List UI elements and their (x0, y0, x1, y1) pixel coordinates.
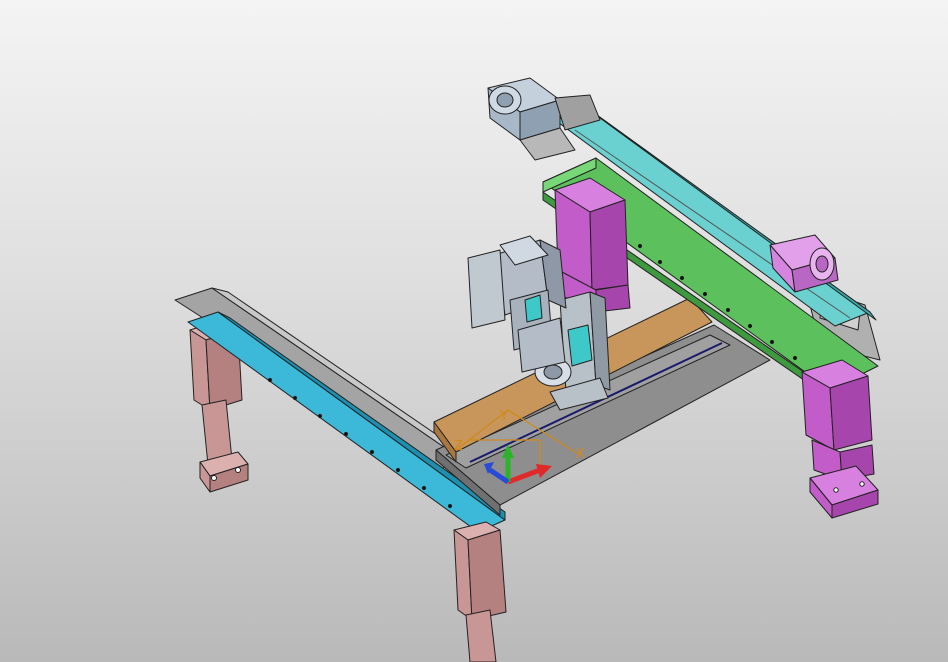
servo-motor-top[interactable] (487, 77, 601, 161)
triad-y-label: Y (499, 409, 508, 424)
triad-x-label: X (576, 447, 585, 462)
left-support-leg-rear[interactable] (453, 521, 507, 662)
right-support-leg-rear[interactable] (801, 359, 879, 519)
triad-z-label: Z (454, 439, 463, 454)
spindle-head[interactable] (467, 235, 572, 387)
cad-3d-viewport[interactable]: X Y Z (0, 0, 948, 662)
